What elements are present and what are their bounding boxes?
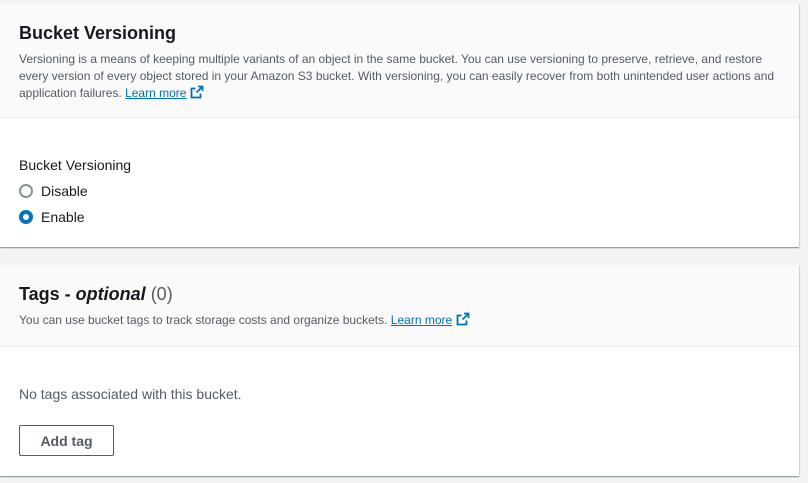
tags-learn-more-link[interactable]: Learn more [390, 312, 470, 327]
bucket-versioning-header: Bucket Versioning Versioning is a means … [0, 4, 799, 118]
tags-title-main: Tags - [19, 284, 76, 304]
versioning-enable-option[interactable]: Enable [19, 207, 85, 227]
bucket-versioning-panel: Bucket Versioning Versioning is a means … [0, 4, 799, 247]
external-link-icon [456, 312, 470, 331]
versioning-disable-option[interactable]: Disable [19, 181, 88, 201]
tags-title: Tags - optional (0) [19, 283, 780, 305]
versioning-field-label: Bucket Versioning [19, 157, 132, 173]
no-tags-message: No tags associated with this bucket. [19, 386, 242, 402]
tags-panel: Tags - optional (0) You can use bucket t… [0, 265, 799, 476]
tags-description: You can use bucket tags to track storage… [19, 312, 780, 331]
external-link-icon [190, 85, 204, 104]
tags-learn-more-label: Learn more [390, 313, 453, 327]
tags-count: (0) [150, 284, 173, 304]
tags-header: Tags - optional (0) You can use bucket t… [0, 265, 799, 347]
versioning-learn-more-link[interactable]: Learn more [125, 85, 204, 100]
disable-radio[interactable] [19, 184, 33, 198]
tags-title-optional: optional [75, 284, 146, 304]
add-tag-button[interactable]: Add tag [19, 425, 114, 456]
versioning-learn-more-label: Learn more [125, 86, 187, 100]
enable-radio[interactable] [19, 210, 33, 224]
tags-description-text: You can use bucket tags to track storage… [19, 313, 388, 327]
bucket-versioning-description: Versioning is a means of keeping multipl… [19, 51, 780, 104]
enable-radio-label: Enable [41, 209, 85, 225]
disable-radio-label: Disable [41, 183, 88, 199]
bucket-versioning-title: Bucket Versioning [19, 23, 177, 43]
